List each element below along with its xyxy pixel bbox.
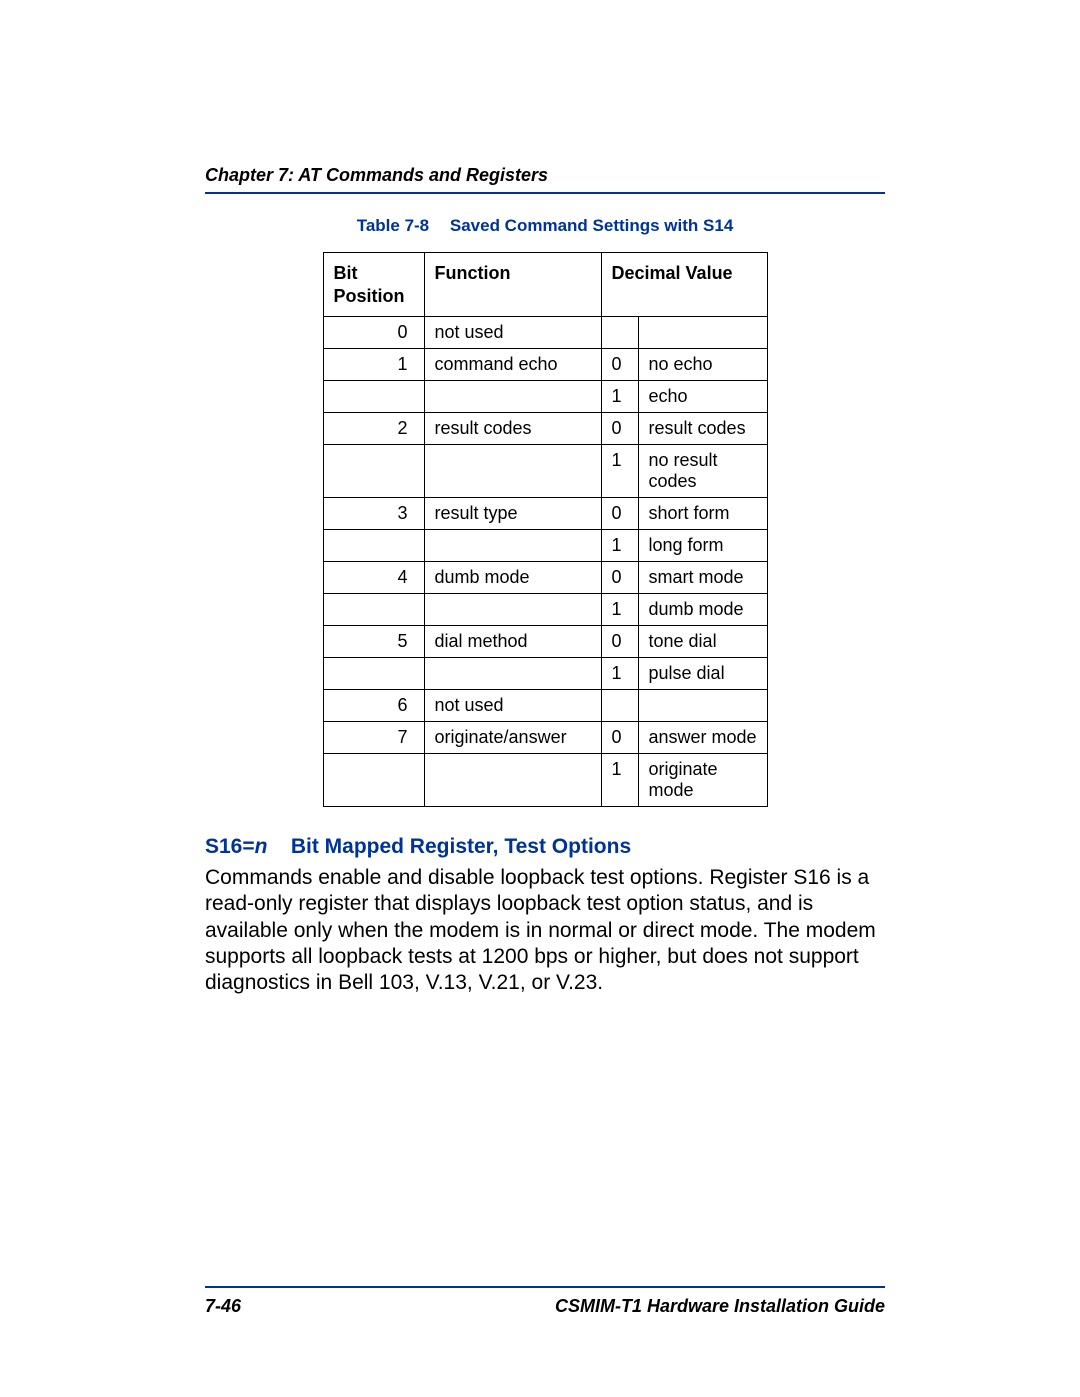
table-row: 1 no result codes xyxy=(323,445,767,498)
cell-bit: 0 xyxy=(323,317,424,349)
cell-func: not used xyxy=(424,317,601,349)
cell-dec xyxy=(601,317,638,349)
page-footer: 7-46 CSMIM-T1 Hardware Installation Guid… xyxy=(205,1286,885,1317)
table-row: 5 dial method 0 tone dial xyxy=(323,626,767,658)
cell-desc: echo xyxy=(638,381,767,413)
table-caption-title: Saved Command Settings with S14 xyxy=(450,216,733,235)
table-row: 7 originate/answer 0 answer mode xyxy=(323,722,767,754)
cell-func: result codes xyxy=(424,413,601,445)
table-caption-label: Table 7-8 xyxy=(357,216,429,235)
cell-desc xyxy=(638,690,767,722)
table-header-row: Bit Position Function Decimal Value xyxy=(323,253,767,317)
cell-dec: 0 xyxy=(601,562,638,594)
cell-func xyxy=(424,530,601,562)
col-header-decimal: Decimal Value xyxy=(601,253,767,317)
cell-bit xyxy=(323,594,424,626)
table-row: 0 not used xyxy=(323,317,767,349)
cell-bit: 6 xyxy=(323,690,424,722)
section-title: S16=n Bit Mapped Register, Test Options xyxy=(205,835,885,859)
cell-bit xyxy=(323,530,424,562)
table-row: 1 pulse dial xyxy=(323,658,767,690)
cell-dec: 1 xyxy=(601,381,638,413)
cell-func xyxy=(424,754,601,807)
cell-bit xyxy=(323,445,424,498)
cell-dec: 0 xyxy=(601,413,638,445)
cell-bit: 7 xyxy=(323,722,424,754)
table-row: 6 not used xyxy=(323,690,767,722)
cell-func: result type xyxy=(424,498,601,530)
cell-desc: result codes xyxy=(638,413,767,445)
cell-func xyxy=(424,658,601,690)
table-row: 1 originate mode xyxy=(323,754,767,807)
cell-bit: 2 xyxy=(323,413,424,445)
cell-desc: pulse dial xyxy=(638,658,767,690)
cell-func: dial method xyxy=(424,626,601,658)
section-title-rest: Bit Mapped Register, Test Options xyxy=(291,835,631,858)
cell-desc: no echo xyxy=(638,349,767,381)
cell-func xyxy=(424,594,601,626)
table-row: 1 command echo 0 no echo xyxy=(323,349,767,381)
cell-dec xyxy=(601,690,638,722)
section-title-variable: n xyxy=(255,835,268,858)
cell-desc: tone dial xyxy=(638,626,767,658)
cell-dec: 1 xyxy=(601,594,638,626)
cell-bit xyxy=(323,381,424,413)
cell-desc: originate mode xyxy=(638,754,767,807)
cell-dec: 0 xyxy=(601,626,638,658)
col-header-function: Function xyxy=(424,253,601,317)
cell-desc: long form xyxy=(638,530,767,562)
table-row: 1 echo xyxy=(323,381,767,413)
cell-dec: 0 xyxy=(601,498,638,530)
cell-dec: 1 xyxy=(601,754,638,807)
cell-dec: 1 xyxy=(601,658,638,690)
cell-func: command echo xyxy=(424,349,601,381)
cell-func xyxy=(424,445,601,498)
settings-table: Bit Position Function Decimal Value 0 no… xyxy=(323,252,768,807)
cell-dec: 0 xyxy=(601,349,638,381)
cell-dec: 0 xyxy=(601,722,638,754)
cell-desc: dumb mode xyxy=(638,594,767,626)
cell-dec: 1 xyxy=(601,530,638,562)
table-row: 4 dumb mode 0 smart mode xyxy=(323,562,767,594)
cell-desc: answer mode xyxy=(638,722,767,754)
cell-bit: 5 xyxy=(323,626,424,658)
cell-func: originate/answer xyxy=(424,722,601,754)
cell-dec: 1 xyxy=(601,445,638,498)
table-row: 2 result codes 0 result codes xyxy=(323,413,767,445)
cell-desc: smart mode xyxy=(638,562,767,594)
cell-bit: 4 xyxy=(323,562,424,594)
cell-bit xyxy=(323,754,424,807)
section-body: Commands enable and disable loopback tes… xyxy=(205,865,885,996)
section-title-prefix: S16= xyxy=(205,835,255,858)
cell-func: not used xyxy=(424,690,601,722)
page: Chapter 7: AT Commands and Registers Tab… xyxy=(0,0,1080,1397)
cell-bit xyxy=(323,658,424,690)
table-row: 1 long form xyxy=(323,530,767,562)
page-number: 7-46 xyxy=(205,1296,241,1317)
table-caption: Table 7-8 Saved Command Settings with S1… xyxy=(205,216,885,236)
cell-func xyxy=(424,381,601,413)
cell-desc: short form xyxy=(638,498,767,530)
cell-bit: 1 xyxy=(323,349,424,381)
cell-bit: 3 xyxy=(323,498,424,530)
cell-func: dumb mode xyxy=(424,562,601,594)
table-row: 3 result type 0 short form xyxy=(323,498,767,530)
cell-desc xyxy=(638,317,767,349)
col-header-bit: Bit Position xyxy=(323,253,424,317)
document-title: CSMIM-T1 Hardware Installation Guide xyxy=(555,1296,885,1317)
running-head: Chapter 7: AT Commands and Registers xyxy=(205,165,885,194)
table-row: 1 dumb mode xyxy=(323,594,767,626)
cell-desc: no result codes xyxy=(638,445,767,498)
